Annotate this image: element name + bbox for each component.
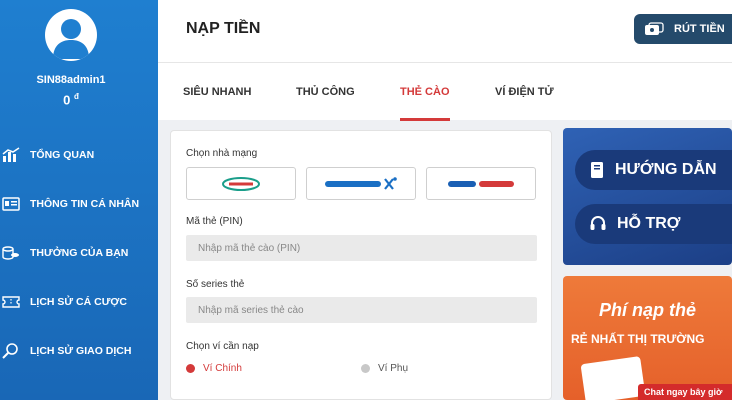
carrier-label: Chọn nhà mạng bbox=[186, 148, 258, 159]
sidebar-item-label: THƯỞNG CỦA BẠN bbox=[30, 246, 129, 259]
sidebar-item-label: LỊCH SỬ GIAO DỊCH bbox=[30, 344, 132, 357]
help-panel: HƯỚNG DẪN HỖ TRỢ bbox=[563, 128, 732, 265]
headset-icon bbox=[589, 215, 607, 233]
wallet-label: Chọn ví cần nạp bbox=[186, 341, 259, 352]
scratch-card-form: Chọn nhà mạng Mã thẻ (PIN) Số series thẻ… bbox=[170, 130, 552, 400]
wallet-sub-label: Ví Phụ bbox=[378, 363, 409, 374]
carrier-viettel-button[interactable] bbox=[186, 167, 296, 200]
live-chat-button[interactable]: Chat ngay bây giờ bbox=[638, 384, 732, 400]
sidebar-nav: TỔNG QUAN THÔNG TIN CÁ NHÂN THƯỞNG CỦA B… bbox=[0, 130, 158, 375]
page-title: NẠP TIỀN bbox=[186, 20, 261, 37]
sidebar-item-rewards[interactable]: THƯỞNG CỦA BẠN bbox=[0, 228, 158, 277]
wallet-main-radio[interactable]: Ví Chính bbox=[186, 363, 242, 374]
sidebar: SIN88admin1 0 đ TỔNG QUAN THÔNG TIN CÁ N… bbox=[0, 0, 158, 400]
tab-scratch-card[interactable]: THẺ CÀO bbox=[400, 63, 450, 121]
promo-title: Phí nạp thẻ bbox=[598, 300, 696, 320]
carrier-vinaphone-button[interactable] bbox=[306, 167, 416, 200]
viettel-logo-icon bbox=[222, 176, 260, 191]
user-avatar-icon bbox=[53, 19, 89, 59]
mobifone-logo-icon bbox=[448, 180, 514, 187]
id-card-icon bbox=[0, 193, 22, 215]
guide-label: HƯỚNG DẪN bbox=[615, 161, 717, 178]
tab-super-fast[interactable]: SIÊU NHANH bbox=[183, 63, 251, 121]
sidebar-item-overview[interactable]: TỔNG QUAN bbox=[0, 130, 158, 179]
username: SIN88admin1 bbox=[36, 74, 106, 86]
pin-label: Mã thẻ (PIN) bbox=[186, 216, 243, 227]
support-button[interactable]: HỖ TRỢ bbox=[575, 204, 732, 244]
pin-input[interactable] bbox=[186, 235, 537, 261]
search-history-icon bbox=[0, 340, 22, 362]
radio-unselected-dot bbox=[361, 364, 370, 373]
serial-label: Số series thẻ bbox=[186, 279, 245, 290]
sidebar-item-label: THÔNG TIN CÁ NHÂN bbox=[30, 197, 140, 210]
wallet-sub-radio[interactable]: Ví Phụ bbox=[361, 363, 408, 374]
sidebar-item-bet-history[interactable]: LỊCH SỬ CÁ CƯỢC bbox=[0, 277, 158, 326]
coins-icon bbox=[0, 242, 22, 264]
guide-button[interactable]: HƯỚNG DẪN bbox=[575, 150, 732, 190]
wallet-icon bbox=[644, 22, 664, 36]
promo-subtitle: RẺ NHẤT THỊ TRƯỜNG bbox=[571, 332, 705, 346]
vinaphone-logo-icon bbox=[325, 176, 397, 190]
avatar[interactable] bbox=[45, 9, 97, 61]
withdraw-button[interactable]: RÚT TIỀN bbox=[634, 14, 732, 44]
tab-manual[interactable]: THỦ CÔNG bbox=[296, 63, 355, 121]
radio-selected-dot bbox=[186, 364, 195, 373]
sidebar-item-profile[interactable]: THÔNG TIN CÁ NHÂN bbox=[0, 179, 158, 228]
sidebar-item-label: LỊCH SỬ CÁ CƯỢC bbox=[30, 295, 127, 308]
tab-e-wallet[interactable]: VÍ ĐIỆN TỬ bbox=[495, 63, 554, 121]
currency-symbol: đ bbox=[73, 92, 79, 101]
balance-amount: 0 bbox=[63, 92, 71, 108]
chart-icon bbox=[0, 144, 22, 166]
promo-card-illustration bbox=[580, 356, 646, 400]
sidebar-item-transaction-history[interactable]: LỊCH SỬ GIAO DỊCH bbox=[0, 326, 158, 375]
promo-banner[interactable]: Phí nạp thẻ RẺ NHẤT THỊ TRƯỜNG bbox=[563, 276, 732, 400]
serial-input[interactable] bbox=[186, 297, 537, 323]
support-label: HỖ TRỢ bbox=[617, 215, 681, 232]
sidebar-item-label: TỔNG QUAN bbox=[30, 148, 95, 161]
balance: 0 đ bbox=[0, 92, 142, 107]
deposit-tabs: SIÊU NHANH THỦ CÔNG THẺ CÀO VÍ ĐIỆN TỬ bbox=[158, 62, 732, 121]
wallet-main-label: Ví Chính bbox=[203, 363, 242, 374]
ticket-icon bbox=[0, 291, 22, 313]
book-icon bbox=[589, 161, 605, 179]
carrier-mobifone-button[interactable] bbox=[426, 167, 536, 200]
withdraw-label: RÚT TIỀN bbox=[674, 23, 725, 35]
page-header: NẠP TIỀN RÚT TIỀN bbox=[158, 0, 732, 62]
